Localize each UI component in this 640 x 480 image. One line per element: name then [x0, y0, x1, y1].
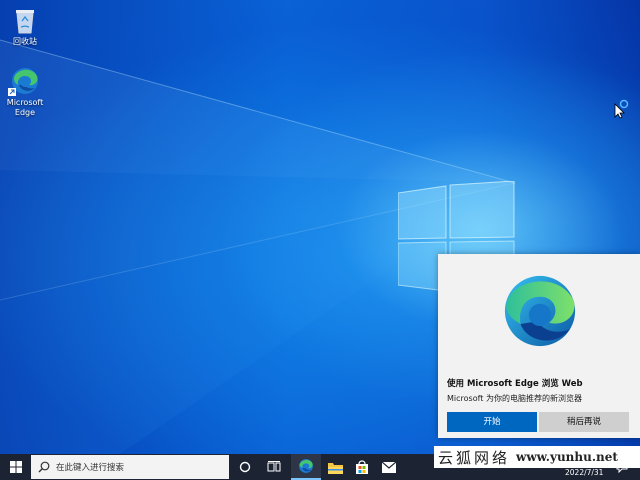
- mail-button[interactable]: [376, 454, 402, 480]
- mouse-cursor-busy-icon: [614, 99, 629, 119]
- desktop-icon-recycle-bin[interactable]: 回收站: [0, 5, 50, 47]
- search-icon: [38, 461, 50, 473]
- edge-logo-icon: [504, 275, 576, 347]
- desktop-icon-label: 回收站: [13, 37, 37, 46]
- desktop-icon-label: Microsoft Edge: [6, 98, 44, 117]
- taskbar-search-box[interactable]: 在此键入进行搜索: [31, 455, 229, 479]
- desktop-icon-microsoft-edge[interactable]: Microsoft Edge: [0, 66, 50, 118]
- notification-title: 使用 Microsoft Edge 浏览 Web: [447, 379, 583, 389]
- site-watermark: 云狐网络 www.yunhu.net: [434, 446, 640, 468]
- task-view-icon: [267, 461, 281, 472]
- taskbar-clock-date[interactable]: 2022/7/31: [565, 468, 603, 477]
- windows-logo-icon: [9, 461, 22, 473]
- file-explorer-icon: [327, 462, 343, 474]
- file-explorer-button[interactable]: [322, 454, 348, 480]
- start-menu-button[interactable]: [0, 454, 31, 480]
- edge-recommendation-notification[interactable]: 使用 Microsoft Edge 浏览 Web Microsoft 为你的电脑…: [438, 254, 640, 438]
- store-button[interactable]: [349, 454, 375, 480]
- recycle-bin-icon: [16, 10, 34, 34]
- watermark-url: www.yunhu.net: [516, 450, 618, 464]
- search-placeholder: 在此键入进行搜索: [56, 463, 125, 473]
- watermark-name: 云狐网络: [438, 448, 511, 467]
- shortcut-arrow-icon: [8, 88, 16, 96]
- store-icon: [356, 460, 368, 474]
- desktop[interactable]: 回收站 Microsoft Edge 使用 Microsoft Edge 浏览 …: [0, 0, 640, 454]
- start-button[interactable]: 开始: [447, 412, 537, 432]
- cortana-button[interactable]: [232, 454, 258, 480]
- taskbar-edge-button[interactable]: [291, 454, 321, 480]
- cortana-icon: [239, 461, 251, 473]
- notification-body: Microsoft 为你的电脑推荐的新浏览器: [447, 394, 582, 403]
- edge-icon: [299, 459, 313, 473]
- task-view-button[interactable]: [261, 454, 287, 480]
- mail-icon: [382, 461, 396, 473]
- later-button[interactable]: 稍后再说: [539, 412, 629, 432]
